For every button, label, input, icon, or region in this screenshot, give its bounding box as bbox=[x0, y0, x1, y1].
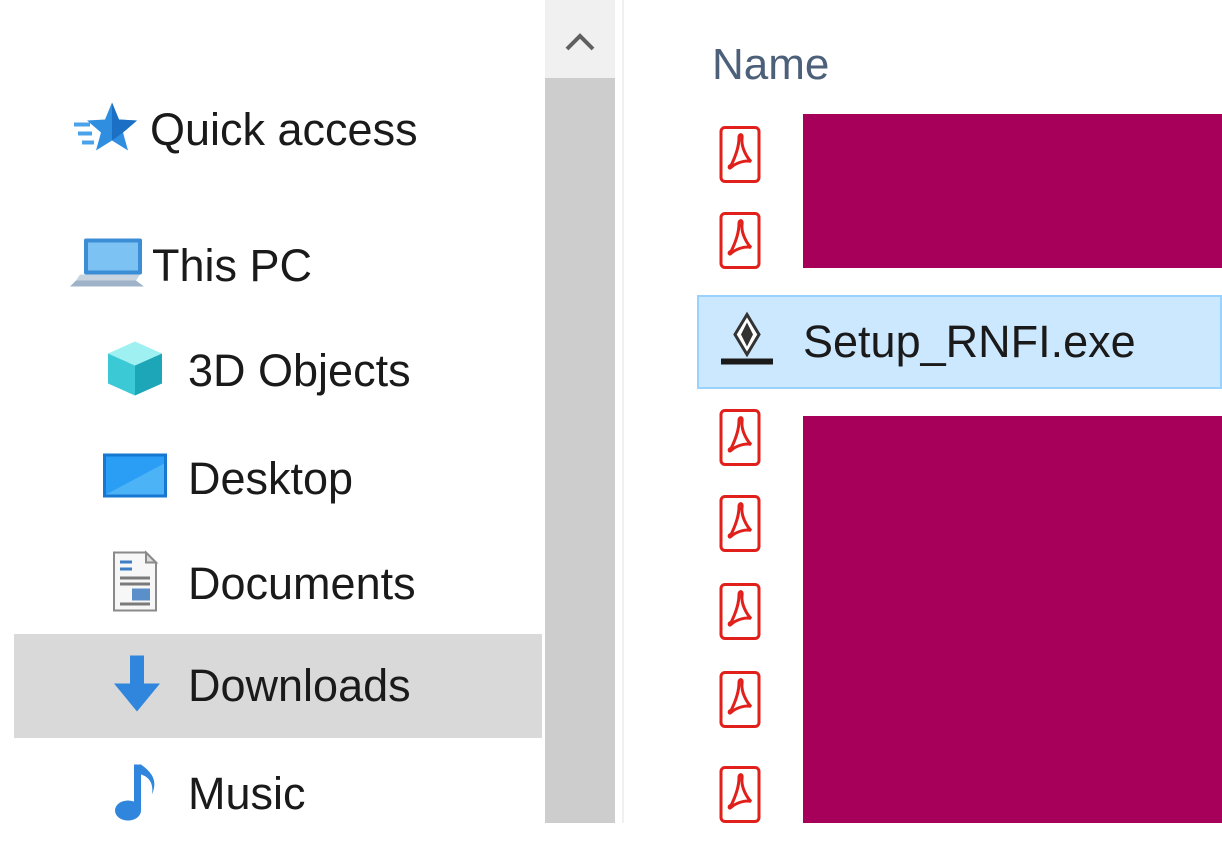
desktop-icon bbox=[102, 452, 168, 507]
navigation-pane: Quick access This PC 3D Objects Desktop … bbox=[0, 0, 545, 823]
nav-item-music[interactable]: Music bbox=[14, 742, 542, 846]
redaction-block bbox=[803, 416, 1222, 823]
pdf-file-icon bbox=[719, 583, 761, 646]
nav-label-this-pc: This PC bbox=[152, 240, 313, 291]
pdf-file-icon bbox=[719, 212, 761, 275]
nav-label-quick-access: Quick access bbox=[150, 104, 418, 155]
scroll-up-button[interactable] bbox=[545, 0, 615, 78]
nav-item-documents[interactable]: Documents bbox=[14, 532, 542, 636]
pdf-file-icon bbox=[719, 495, 761, 558]
music-note-icon bbox=[112, 761, 160, 828]
scroll-thumb[interactable] bbox=[545, 78, 615, 823]
chevron-up-icon bbox=[565, 33, 595, 51]
file-row-setup-rnfi[interactable]: Setup_RNFI.exe bbox=[697, 295, 1222, 389]
nav-item-3d-objects[interactable]: 3D Objects bbox=[14, 319, 542, 423]
nav-label-music: Music bbox=[188, 768, 306, 819]
pdf-file-icon bbox=[719, 766, 761, 829]
nav-label-3d-objects: 3D Objects bbox=[188, 345, 411, 396]
redaction-block bbox=[803, 114, 1222, 268]
nav-item-quick-access[interactable]: Quick access bbox=[14, 78, 542, 182]
computer-icon bbox=[70, 233, 150, 300]
nav-label-desktop: Desktop bbox=[188, 453, 354, 504]
column-header-name[interactable]: Name bbox=[712, 40, 829, 90]
nav-label-downloads: Downloads bbox=[188, 660, 411, 711]
nav-item-downloads[interactable]: Downloads bbox=[14, 634, 542, 738]
pdf-file-icon bbox=[719, 671, 761, 734]
renault-app-icon bbox=[719, 311, 775, 374]
scroll-track[interactable] bbox=[545, 78, 615, 823]
pdf-file-icon bbox=[719, 409, 761, 472]
file-name: Setup_RNFI.exe bbox=[803, 316, 1136, 367]
documents-icon bbox=[110, 550, 160, 618]
pane-divider[interactable] bbox=[622, 0, 624, 823]
downloads-arrow-icon bbox=[110, 654, 164, 719]
nav-label-documents: Documents bbox=[188, 558, 416, 609]
quick-access-star-icon bbox=[72, 99, 138, 162]
nav-item-this-pc[interactable]: This PC bbox=[14, 214, 542, 318]
3d-objects-icon bbox=[104, 338, 166, 405]
nav-item-desktop[interactable]: Desktop bbox=[14, 427, 542, 531]
pdf-file-icon bbox=[719, 126, 761, 189]
nav-pane-scrollbar[interactable] bbox=[545, 0, 615, 823]
